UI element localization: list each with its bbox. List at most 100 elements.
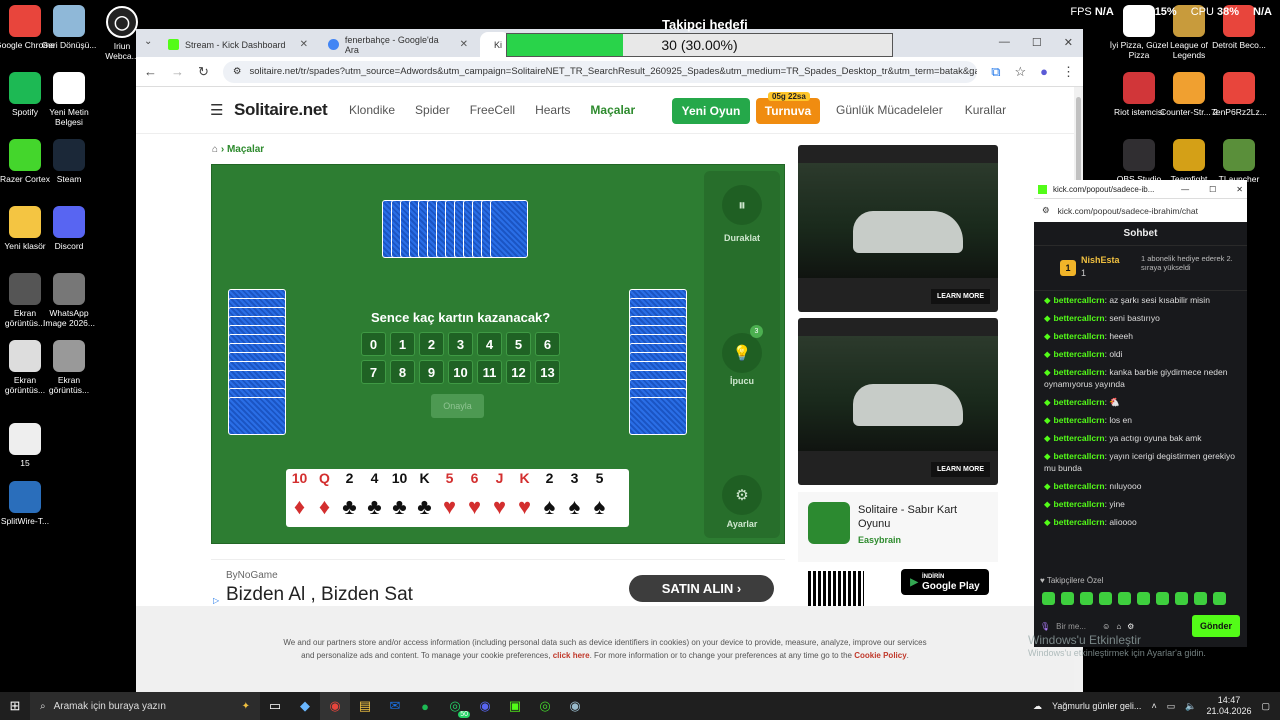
nav-hearts[interactable]: Hearts xyxy=(535,103,570,117)
close-icon[interactable]: ✕ xyxy=(1236,185,1243,194)
hand-card[interactable]: 6 ♥ xyxy=(462,470,487,526)
desktop-icon[interactable]: SplitWire-T... xyxy=(0,481,56,526)
bid-button-8[interactable]: 8 xyxy=(390,360,415,384)
emote-icon[interactable] xyxy=(1213,592,1226,605)
bid-button-11[interactable]: 11 xyxy=(477,360,502,384)
bid-button-4[interactable]: 4 xyxy=(477,332,502,356)
hand-card[interactable]: 2 ♠ xyxy=(537,470,562,526)
url-field[interactable]: ⚙ solitaire.net/tr/spades?utm_source=Adw… xyxy=(222,60,978,83)
forward-icon[interactable]: → xyxy=(171,64,184,79)
learn-more-button[interactable]: LEARN MORE xyxy=(930,462,990,477)
maximize-icon[interactable]: ☐ xyxy=(1032,36,1042,49)
razer-taskbar-icon[interactable]: ◎ xyxy=(530,692,560,720)
gift-icon[interactable]: ⌂ xyxy=(1116,622,1121,631)
desktop-icon[interactable]: TLauncher xyxy=(1208,139,1270,184)
desktop-icon[interactable]: WhatsApp Image 2026... xyxy=(38,273,100,328)
chat-username[interactable]: bettercallcrn xyxy=(1054,367,1105,377)
pause-button[interactable]: ⏸ xyxy=(722,185,762,225)
chat-username[interactable]: bettercallcrn xyxy=(1054,481,1105,491)
nav-spider[interactable]: Spider xyxy=(415,103,450,117)
desktop-icon[interactable]: Discord xyxy=(38,206,100,251)
desktop-icon[interactable]: Steam xyxy=(38,139,100,184)
tournament-button[interactable]: Turnuva xyxy=(756,98,820,124)
network-icon[interactable]: ▭ xyxy=(1167,701,1176,712)
back-icon[interactable]: ← xyxy=(144,64,157,79)
ad-buy-button[interactable]: SATIN ALIN › xyxy=(629,575,774,602)
chat-username[interactable]: bettercallcrn xyxy=(1054,517,1105,527)
nav-rules[interactable]: Kurallar xyxy=(965,103,1006,117)
site-info-icon[interactable]: ⚙ xyxy=(1042,205,1050,216)
chat-input[interactable]: Bir me... xyxy=(1056,622,1096,631)
mic-icon[interactable]: 🎙 xyxy=(1040,622,1050,631)
chat-username[interactable]: bettercallcrn xyxy=(1054,451,1105,461)
bid-button-3[interactable]: 3 xyxy=(448,332,473,356)
site-info-icon[interactable]: ⚙ xyxy=(233,66,242,77)
hand-card[interactable]: 10 ♣ xyxy=(387,470,412,526)
breadcrumb-spades[interactable]: Maçalar xyxy=(227,144,264,155)
task-view-icon[interactable]: ▭ xyxy=(260,692,290,720)
chat-username[interactable]: bettercallcrn xyxy=(1054,313,1105,323)
hand-card[interactable]: 5 ♥ xyxy=(437,470,462,526)
close-icon[interactable]: ✕ xyxy=(460,39,468,50)
bid-button-13[interactable]: 13 xyxy=(535,360,560,384)
file-explorer-icon[interactable]: ▤ xyxy=(350,692,380,720)
close-icon[interactable]: ✕ xyxy=(300,39,308,50)
hand-card[interactable]: 3 ♠ xyxy=(562,470,587,526)
spotify-taskbar-icon[interactable]: ● xyxy=(410,692,440,720)
emoji-icon[interactable]: ☺ xyxy=(1102,622,1110,631)
taskbar-search[interactable]: ⌕ Aramak için buraya yazın ✦ xyxy=(30,692,260,720)
car-ad-top[interactable]: LEARN MORE xyxy=(798,145,998,312)
home-icon[interactable]: ⌂ xyxy=(212,144,218,155)
learn-more-button[interactable]: LEARN MORE xyxy=(930,289,990,304)
weather-text[interactable]: Yağmurlu günler geli... xyxy=(1052,701,1141,711)
desktop-icon[interactable]: 7enP6Rz2Lz... xyxy=(1208,72,1270,117)
whatsapp-taskbar-icon[interactable]: ◎ 50 xyxy=(440,692,470,720)
bid-button-12[interactable]: 12 xyxy=(506,360,531,384)
nav-daily-challenges[interactable]: Günlük Mücadeleler xyxy=(836,103,943,117)
bid-button-7[interactable]: 7 xyxy=(361,360,386,384)
desktop-icon[interactable]: 15 xyxy=(0,423,56,468)
minimize-icon[interactable]: — xyxy=(999,36,1010,49)
chat-username[interactable]: bettercallcrn xyxy=(1054,295,1105,305)
outlook-icon[interactable]: ✉ xyxy=(380,692,410,720)
hand-card[interactable]: K ♥ xyxy=(512,470,537,526)
emote-icon[interactable] xyxy=(1194,592,1207,605)
tray-overflow-icon[interactable]: ˄ xyxy=(1151,701,1156,711)
settings-button[interactable]: ⚙ xyxy=(722,475,762,515)
desktop-icon[interactable]: Geri Dönüşü... xyxy=(38,5,100,50)
hand-card[interactable]: J ♥ xyxy=(487,470,512,526)
nav-spades[interactable]: Maçalar xyxy=(590,103,635,117)
sub-username[interactable]: NishEsta xyxy=(1081,255,1120,265)
desktop-icon[interactable]: Yeni Metin Belgesi xyxy=(38,72,100,127)
minimize-icon[interactable]: — xyxy=(1181,185,1189,194)
bid-button-5[interactable]: 5 xyxy=(506,332,531,356)
chat-username[interactable]: bettercallcrn xyxy=(1054,397,1105,407)
bid-button-9[interactable]: 9 xyxy=(419,360,444,384)
windows-start-icon[interactable]: ⊞ xyxy=(0,692,30,720)
bookmark-star-icon[interactable]: ☆ xyxy=(1014,64,1026,80)
settings-gear-icon[interactable]: ⚙ xyxy=(1127,622,1134,631)
chat-username[interactable]: bettercallcrn xyxy=(1054,415,1105,425)
chrome-taskbar-icon[interactable]: ◉ xyxy=(320,692,350,720)
emote-icon[interactable] xyxy=(1061,592,1074,605)
volume-icon[interactable]: 🔈 xyxy=(1185,701,1196,712)
cookie-policy-link[interactable]: Cookie Policy xyxy=(854,651,906,660)
clock[interactable]: 14:47 21.04.2026 xyxy=(1206,695,1251,717)
discord-taskbar-icon[interactable]: ◉ xyxy=(470,692,500,720)
tab-kick-dashboard[interactable]: Stream - Kick Dashboard ✕ xyxy=(160,32,316,57)
chat-username[interactable]: bettercallcrn xyxy=(1054,499,1105,509)
hint-button[interactable]: 💡 xyxy=(722,333,762,373)
weather-icon[interactable]: ☁ xyxy=(1033,701,1042,712)
kick-taskbar-icon[interactable]: ▣ xyxy=(500,692,530,720)
hand-card[interactable]: K ♣ xyxy=(412,470,437,526)
emote-icon[interactable] xyxy=(1042,592,1055,605)
hand-card[interactable]: 4 ♣ xyxy=(362,470,387,526)
bid-button-10[interactable]: 10 xyxy=(448,360,473,384)
close-icon[interactable]: ✕ xyxy=(1064,36,1073,49)
hand-card[interactable]: Q ♦ xyxy=(312,470,337,526)
bid-button-2[interactable]: 2 xyxy=(419,332,444,356)
app-promo-card[interactable]: Solitaire - Sabır Kart Oyunu Easybrain xyxy=(798,492,998,562)
tab-google-search[interactable]: fenerbahçe - Google'da Ara ✕ xyxy=(320,32,476,57)
nav-klondike[interactable]: Klondike xyxy=(349,103,395,117)
cookie-settings-link[interactable]: click here xyxy=(553,651,590,660)
